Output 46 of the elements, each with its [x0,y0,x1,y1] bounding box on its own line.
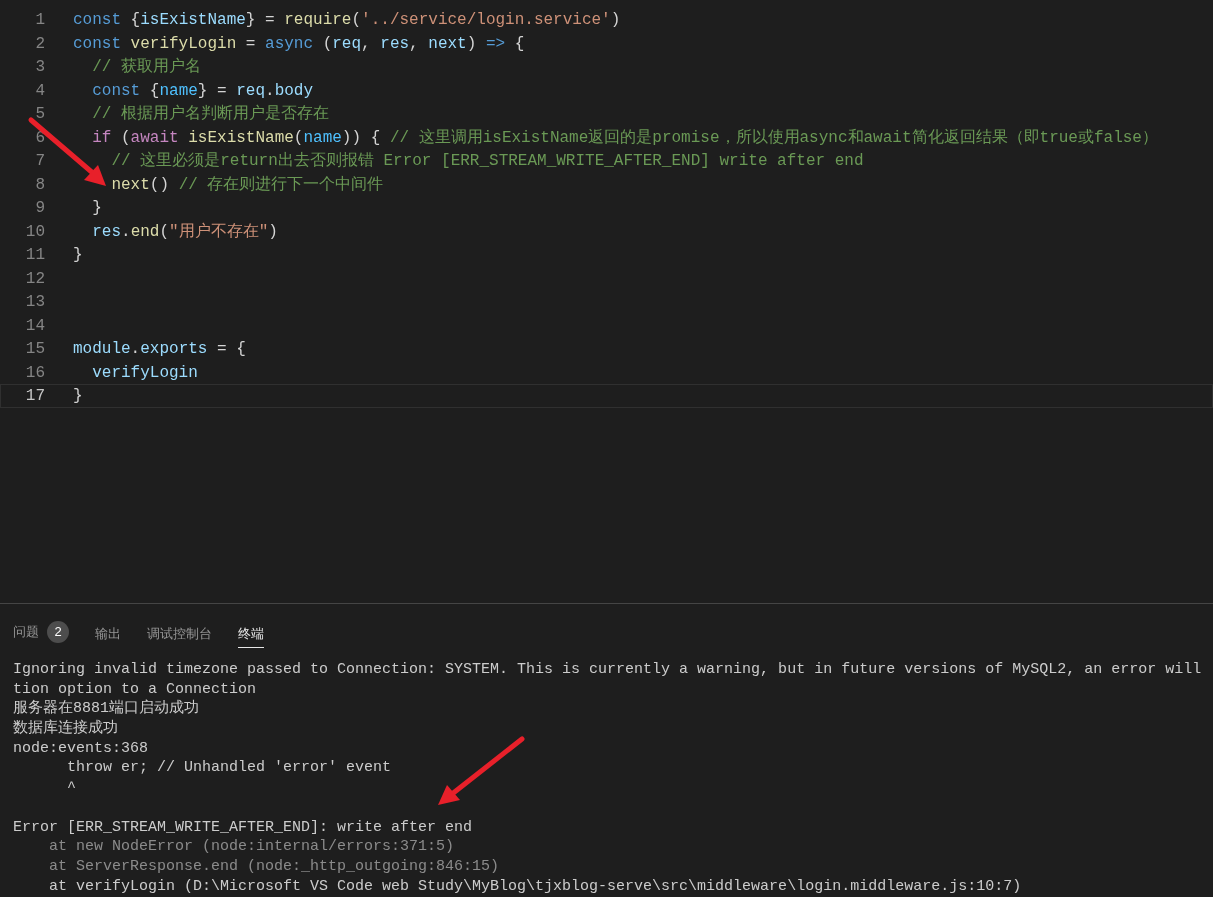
terminal-line: at ServerResponse.end (node:_http_outgoing:846:15) [48,856,501,877]
code-line: const {name} = req.body [91,80,314,101]
terminal-line: 数据库连接成功 [13,719,119,739]
panel-tab[interactable]: 调试控制台 [147,615,212,648]
line-number: 2 [34,33,45,54]
terminal-line: tion option to a Connection [13,679,258,699]
line-number: 8 [34,174,45,195]
panel-tab[interactable]: 问题 2 [13,613,69,648]
code-line: next() // 存在则进行下一个中间件 [110,174,384,195]
line-number: 12 [24,268,45,289]
code-line: // 根据用户名判断用户是否存在 [91,103,329,125]
terminal-line: throw er; // Unhandled 'error' event [66,758,393,779]
terminal-line: node:events:368 [13,738,150,759]
line-number: 15 [24,339,45,360]
count-badge: 2 [47,621,69,643]
line-number: 13 [24,292,45,313]
line-number: 17 [24,386,45,407]
code-line: if (await isExistName(name)) { // 这里调用isExistName返回的是promise，所以使用async和await简化返回结果（即true或false） [91,127,1158,148]
line-number: 5 [34,104,45,125]
panel-tab[interactable]: 终端 [238,615,264,648]
terminal-line: at new NodeError (node:internal/errors:371:5) [48,837,456,857]
terminal-line: 服务器在8881端口启动成功 [13,699,200,719]
terminal-line: Error [ERR_STREAM_WRITE_AFTER_END]: write after end [13,817,474,838]
code-line: } [91,198,102,219]
panel-tab[interactable]: 输出 [95,615,121,648]
line-number: 1 [34,10,45,31]
line-number: 7 [34,151,45,172]
line-number: 11 [24,245,45,266]
code-line: const verifyLogin = async (req, res, next) => { [73,33,525,54]
line-number: 9 [34,198,45,219]
line-number: 4 [34,80,45,101]
terminal-line: ^ [66,778,77,798]
terminal-line: Ignoring invalid timezone passed to Connection: SYSTEM. This is currently a warning, but in future versions of MySQL2, an error will [13,660,1203,680]
code-line: const {isExistName} = require('../service/login.service') [73,10,621,31]
line-number: 10 [24,221,45,242]
code-line: } [73,386,83,407]
code-line: } [73,245,83,266]
code-line: module.exports = { [73,339,246,360]
line-number: 14 [24,315,45,336]
line-number: 3 [34,57,45,78]
code-line: // 获取用户名 [91,56,201,78]
terminal-line: at verifyLogin (D:\Microsoft VS Code web Study\MyBlog\tjxblog-serve\src\middleware\login.middleware.js:10:7) [48,876,1023,897]
code-line: // 这里必须是return出去否则报错 Error [ERR_STREAM_WRITE_AFTER_END] write after end [110,150,864,172]
line-number: 16 [24,362,45,383]
code-line: res.end("用户不存在") [91,221,278,242]
code-line: verifyLogin [91,362,198,383]
